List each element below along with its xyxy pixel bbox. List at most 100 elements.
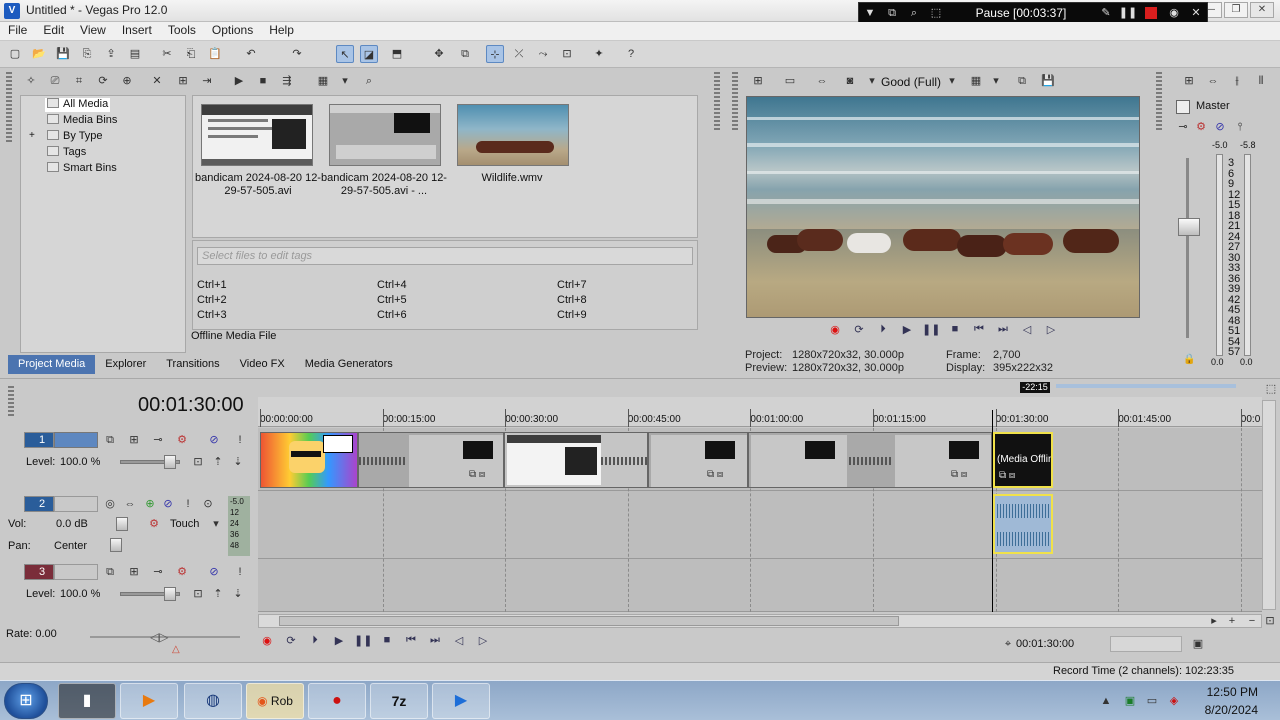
- online-help-icon[interactable]: ✦: [590, 45, 608, 63]
- recorder-menu-icon[interactable]: ▼: [859, 3, 881, 23]
- save-icon[interactable]: 💾: [54, 45, 72, 63]
- lock-envelopes-icon[interactable]: ⊡: [558, 45, 576, 63]
- play-icon[interactable]: ▶: [898, 323, 916, 339]
- paste-icon[interactable]: 📋: [206, 45, 224, 63]
- open-icon[interactable]: 📂: [30, 45, 48, 63]
- vegas-app-icon[interactable]: V: [4, 3, 20, 19]
- marker-icon[interactable]: ⬚: [1262, 380, 1280, 398]
- track-settings-icon[interactable]: ⚙: [174, 564, 190, 580]
- track-header-3[interactable]: 3 ⧉ ⊞ ⊸ ⚙ ⊘ ! Level: 100.0 % ⊡ ⇡ ⇣: [4, 562, 254, 608]
- video-clip[interactable]: [260, 432, 358, 488]
- track-up-icon[interactable]: ⇡: [210, 586, 226, 602]
- copy-icon[interactable]: ⎗: [182, 45, 200, 63]
- track-name-field[interactable]: [54, 432, 98, 448]
- media-properties-icon[interactable]: ⊕: [118, 72, 136, 90]
- track-down-icon[interactable]: ⇣: [230, 586, 246, 602]
- menu-view[interactable]: View: [72, 22, 114, 40]
- level-slider-knob[interactable]: [164, 455, 176, 469]
- tray-app-icon[interactable]: ▣: [1122, 693, 1138, 709]
- tree-item-smart-bins[interactable]: Smart Bins: [47, 162, 117, 176]
- tab-project-media[interactable]: Project Media: [8, 355, 96, 374]
- loop-region-bar[interactable]: [1056, 384, 1236, 388]
- menu-file[interactable]: File: [0, 22, 35, 40]
- save-snapshot-icon[interactable]: 💾: [1039, 72, 1057, 90]
- tag-shortcut[interactable]: Ctrl+7: [557, 279, 587, 291]
- tag-shortcut[interactable]: Ctrl+6: [377, 309, 407, 321]
- master-fx-button-icon[interactable]: ⊸: [1174, 118, 1192, 136]
- tab-transitions[interactable]: Transitions: [156, 355, 229, 374]
- start-button[interactable]: ⊞: [4, 683, 48, 719]
- properties-icon[interactable]: ▤: [126, 45, 144, 63]
- master-checkbox[interactable]: [1176, 100, 1190, 114]
- get-media-icon[interactable]: ⌗: [70, 72, 88, 90]
- tree-item-tags[interactable]: Tags: [47, 146, 86, 160]
- recorder-region-icon[interactable]: ⬚: [925, 3, 947, 23]
- loop-end-marker[interactable]: -22:15: [1020, 382, 1050, 393]
- stop-media-icon[interactable]: ■: [254, 72, 272, 90]
- tree-item-all-media[interactable]: All Media: [45, 98, 111, 112]
- views-dropdown-icon[interactable]: ▾: [336, 72, 354, 90]
- selection-length-field[interactable]: [1110, 636, 1182, 652]
- whats-this-icon[interactable]: ?: [622, 45, 640, 63]
- mute-icon[interactable]: ⊘: [160, 496, 176, 512]
- rate-slider-handle-icon[interactable]: ◁▷: [150, 630, 168, 644]
- recorder-search-icon[interactable]: ⌕: [903, 3, 925, 23]
- close-button[interactable]: ✕: [1250, 2, 1274, 18]
- recorder-close-icon[interactable]: ✕: [1185, 3, 1207, 23]
- track-motion-icon[interactable]: ⧉: [102, 564, 118, 580]
- recorder-stop-icon[interactable]: [1145, 7, 1157, 19]
- tag-shortcut[interactable]: Ctrl+2: [197, 294, 227, 306]
- search-media-icon[interactable]: ⌕: [360, 72, 378, 90]
- track-fx-icon[interactable]: ⊞: [126, 432, 142, 448]
- menu-insert[interactable]: Insert: [114, 22, 160, 40]
- level-slider-knob[interactable]: [164, 587, 176, 601]
- preview-fx-icon[interactable]: ⇔: [813, 72, 831, 90]
- taskbar-app-globe[interactable]: ◍: [184, 683, 242, 719]
- master-mute-icon[interactable]: ⊘: [1211, 118, 1229, 136]
- clock-time[interactable]: 12:50 PM: [1207, 685, 1258, 699]
- media-fx-icon[interactable]: ⊞: [174, 72, 192, 90]
- next-frame-icon[interactable]: ▷: [474, 634, 492, 650]
- event-pan-icon[interactable]: ✥: [430, 45, 448, 63]
- import-media-icon[interactable]: ✧: [22, 72, 40, 90]
- master-properties-icon[interactable]: ⊞: [1180, 72, 1198, 90]
- tag-shortcut[interactable]: Ctrl+9: [557, 309, 587, 321]
- track-settings-icon[interactable]: ⚙: [174, 432, 190, 448]
- tag-input[interactable]: Select files to edit tags: [197, 247, 693, 265]
- quality-dropdown-icon[interactable]: ▾: [943, 72, 961, 90]
- video-clip[interactable]: ⧉ ⧈: [648, 432, 748, 488]
- auto-ripple-icon[interactable]: ⤳: [534, 45, 552, 63]
- track-header-2[interactable]: 2 ◎ ⇔ ⊕ ⊘ ! ⊙ Vol: 0.0 dB ⚙ Touch ▾ Pan:…: [4, 494, 254, 560]
- snapping-icon[interactable]: ⊹: [486, 45, 504, 63]
- audio-clip[interactable]: [993, 494, 1053, 554]
- maximize-button[interactable]: ❐: [1224, 2, 1248, 18]
- video-clip[interactable]: [504, 432, 648, 488]
- views-icon[interactable]: ▦: [314, 72, 332, 90]
- capture-icon[interactable]: ⎚: [46, 72, 64, 90]
- taskbar-app-recorder[interactable]: ●: [308, 683, 366, 719]
- tab-explorer[interactable]: Explorer: [95, 355, 156, 374]
- play-from-start-icon[interactable]: ⏵: [306, 634, 324, 650]
- stop-icon[interactable]: ■: [378, 634, 396, 650]
- tree-item-media-bins[interactable]: Media Bins: [47, 114, 117, 128]
- split-screen-icon[interactable]: ◙: [841, 72, 859, 90]
- recorder-camera-icon[interactable]: ◉: [1163, 3, 1185, 23]
- master-downmix-icon[interactable]: ⫴: [1252, 72, 1270, 90]
- external-monitor-icon[interactable]: ▭: [781, 72, 799, 90]
- previous-frame-icon[interactable]: ◁: [450, 634, 468, 650]
- panel-handle[interactable]: [714, 72, 720, 132]
- video-clip[interactable]: ⧉ ⧈: [358, 432, 504, 488]
- auto-crossfade-icon[interactable]: ⤫: [510, 45, 528, 63]
- event-fx-icon[interactable]: ⧉ ⧈: [469, 469, 485, 480]
- solo-icon[interactable]: !: [232, 564, 248, 580]
- automation-dropdown-icon[interactable]: ▾: [208, 516, 224, 532]
- render-icon[interactable]: ⇪: [102, 45, 120, 63]
- mute-icon[interactable]: ⊘: [206, 432, 222, 448]
- record-icon[interactable]: ◉: [258, 634, 276, 650]
- cut-icon[interactable]: ✂: [158, 45, 176, 63]
- timeline-scroll-thumb[interactable]: [279, 616, 899, 626]
- master-solo-icon[interactable]: ⫯: [1231, 118, 1249, 136]
- automation-icon[interactable]: ⚙: [146, 516, 162, 532]
- track-envelope-icon[interactable]: ◎: [102, 496, 118, 512]
- play-from-start-icon[interactable]: ⏵: [874, 323, 892, 339]
